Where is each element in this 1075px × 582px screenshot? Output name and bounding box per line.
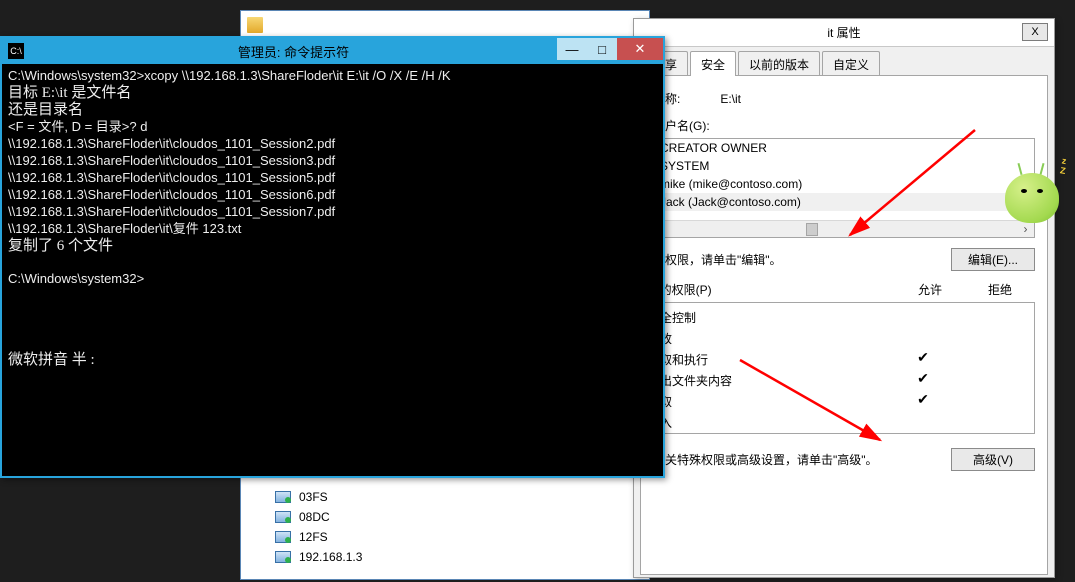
computer-icon [275, 491, 291, 503]
allow-cell [888, 330, 958, 347]
user-list-item[interactable]: mike (mike@contoso.com) [654, 175, 1034, 193]
allow-check-icon [888, 351, 958, 368]
advanced-hint: 有关特殊权限或高级设置，请单击"高级"。 [653, 451, 951, 468]
edit-button[interactable]: 编辑(E)... [951, 248, 1035, 271]
user-list-item-selected[interactable]: Jack (Jack@contoso.com) [654, 193, 1034, 211]
network-item-label: 12FS [299, 530, 328, 544]
cmd-line: 目标 E:\it 是文件名 [8, 85, 131, 101]
user-list[interactable]: CREATOR OWNER SYSTEM mike (mike@contoso.… [653, 138, 1035, 238]
properties-titlebar[interactable]: it 属性 X [634, 19, 1054, 47]
computer-icon [275, 511, 291, 523]
cmd-icon: C:\ [8, 43, 24, 59]
deny-cell [958, 309, 1028, 326]
ime-status: 微软拼音 半 : [8, 352, 95, 368]
tab-previous-versions[interactable]: 以前的版本 [738, 51, 820, 76]
sleep-zz-icon: zZ [1049, 154, 1069, 177]
permissions-for-label: : 的权限(P) [653, 281, 895, 298]
maximize-button[interactable]: □ [587, 38, 617, 60]
allow-check-icon [888, 393, 958, 410]
deny-cell [958, 372, 1028, 389]
permission-row: 取和执行 [660, 349, 1028, 370]
mascot-eye [1037, 189, 1043, 193]
network-computer-item[interactable]: 192.168.1.3 [271, 547, 641, 567]
cmd-line: 复制了 6 个文件 [8, 238, 113, 254]
cmd-titlebar[interactable]: C:\ 管理员: 命令提示符 — □ ✕ [2, 38, 663, 64]
security-panel: 名称: E:\it 用户名(G): CREATOR OWNER SYSTEM m… [640, 75, 1048, 575]
cmd-line: \\192.168.1.3\ShareFloder\it\cloudos_110… [8, 153, 335, 168]
tab-strip: 共享 安全 以前的版本 自定义 [634, 47, 1054, 76]
network-item-label: 192.168.1.3 [299, 550, 362, 564]
explorer-titlebar[interactable] [241, 11, 649, 39]
folder-icon [247, 17, 263, 33]
permission-row: 出文件夹内容 [660, 370, 1028, 391]
deny-cell [958, 414, 1028, 431]
advanced-button[interactable]: 高级(V) [951, 448, 1035, 471]
cmd-line: <F = 文件, D = 目录>? d [8, 119, 147, 134]
mascot-body [1005, 173, 1059, 223]
mascot-widget[interactable]: zZ [997, 155, 1067, 235]
properties-title: it 属性 [827, 24, 860, 41]
deny-cell [958, 330, 1028, 347]
cmd-line: 还是目录名 [8, 102, 83, 118]
permissions-header: : 的权限(P) 允许 拒绝 [653, 281, 1035, 298]
network-computer-item[interactable]: 03FS [271, 487, 641, 507]
user-list-item[interactable]: CREATOR OWNER [654, 139, 1034, 157]
object-name-row: 名称: E:\it [653, 90, 1035, 107]
edit-permissions-row: 改权限，请单击"编辑"。 编辑(E)... [653, 248, 1035, 271]
permissions-list: 全控制 改 取和执行 出文件夹内容 取 入 [653, 302, 1035, 434]
user-list-item[interactable]: SYSTEM [654, 157, 1034, 175]
cmd-title-text: 管理员: 命令提示符 [30, 42, 557, 61]
computer-icon [275, 551, 291, 563]
scroll-thumb[interactable] [806, 223, 818, 236]
cmd-line: \\192.168.1.3\ShareFloder\it\cloudos_110… [8, 170, 335, 185]
cmd-line: \\192.168.1.3\ShareFloder\it\cloudos_110… [8, 204, 335, 219]
cmd-line: \\192.168.1.3\ShareFloder\it\cloudos_110… [8, 136, 335, 151]
explorer-network-list: 03FS 08DC 12FS 192.168.1.3 [241, 479, 649, 575]
group-users-label: 用户名(G): [653, 117, 1035, 134]
tab-security[interactable]: 安全 [690, 51, 736, 76]
edit-hint: 改权限，请单击"编辑"。 [653, 251, 951, 268]
deny-cell [958, 351, 1028, 368]
window-buttons: — □ ✕ [557, 38, 663, 64]
advanced-row: 有关特殊权限或高级设置，请单击"高级"。 高级(V) [653, 448, 1035, 471]
cmd-output[interactable]: C:\Windows\system32>xcopy \\192.168.1.3\… [2, 64, 663, 373]
permission-row: 改 [660, 328, 1028, 349]
close-button[interactable]: ✕ [617, 38, 663, 60]
deny-column-header: 拒绝 [965, 281, 1035, 298]
cmd-prompt: C:\Windows\system32> [8, 271, 144, 286]
network-item-label: 08DC [299, 510, 330, 524]
tab-custom[interactable]: 自定义 [822, 51, 880, 76]
permission-row: 全控制 [660, 307, 1028, 328]
horizontal-scrollbar[interactable]: ‹ › [654, 220, 1034, 237]
allow-column-header: 允许 [895, 281, 965, 298]
permission-row: 入 [660, 412, 1028, 433]
cmd-line: C:\Windows\system32>xcopy \\192.168.1.3\… [8, 68, 451, 83]
allow-cell [888, 414, 958, 431]
network-item-label: 03FS [299, 490, 328, 504]
deny-cell [958, 393, 1028, 410]
permission-row: 取 [660, 391, 1028, 412]
cmd-window: C:\ 管理员: 命令提示符 — □ ✕ C:\Windows\system32… [0, 36, 665, 478]
allow-check-icon [888, 372, 958, 389]
allow-cell [888, 309, 958, 326]
mascot-eye [1021, 189, 1027, 193]
mascot-antenna [1017, 163, 1022, 175]
properties-dialog: it 属性 X 共享 安全 以前的版本 自定义 名称: E:\it 用户名(G)… [633, 18, 1055, 578]
computer-icon [275, 531, 291, 543]
close-icon: X [1031, 26, 1038, 38]
network-computer-item[interactable]: 12FS [271, 527, 641, 547]
object-path: E:\it [720, 92, 741, 106]
network-computer-item[interactable]: 08DC [271, 507, 641, 527]
cmd-line: \\192.168.1.3\ShareFloder\it\cloudos_110… [8, 187, 335, 202]
minimize-button[interactable]: — [557, 38, 587, 60]
close-button[interactable]: X [1022, 23, 1048, 41]
cmd-line: \\192.168.1.3\ShareFloder\it\复件 123.txt [8, 221, 241, 236]
